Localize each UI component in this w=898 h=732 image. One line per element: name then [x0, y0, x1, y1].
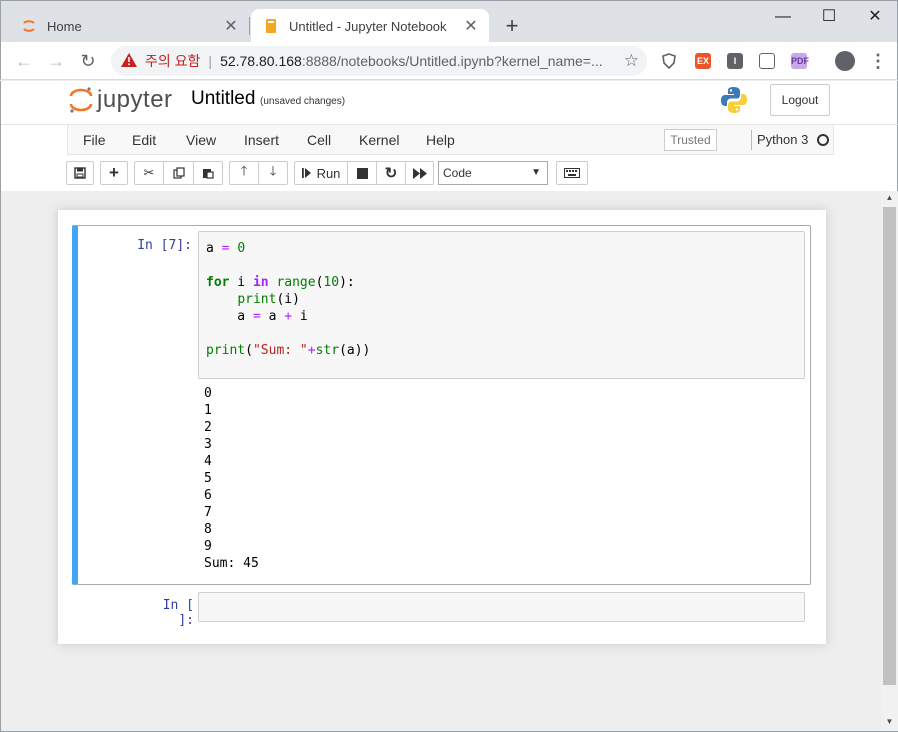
- tab-close-icon[interactable]: ✕: [219, 16, 243, 36]
- tab-divider: [249, 17, 250, 35]
- menu-edit[interactable]: Edit: [132, 132, 156, 148]
- move-down-button[interactable]: 🡓: [258, 161, 288, 185]
- menu-kernel[interactable]: Kernel: [359, 132, 399, 148]
- address-separator: |: [208, 53, 213, 69]
- tab-label: Untitled - Jupyter Notebook: [289, 18, 447, 34]
- screen-icon[interactable]: [759, 53, 775, 69]
- run-button[interactable]: Run: [294, 161, 348, 185]
- jupyter-header: jupyter Untitled (unsaved changes) Logou…: [0, 81, 898, 191]
- menu-view[interactable]: View: [186, 132, 216, 148]
- browser-toolbar: ← → ↻ 주의 요함 | 52.78.80.168 :8888/noteboo…: [0, 42, 898, 80]
- menu-icon[interactable]: ⋮: [869, 50, 887, 72]
- pdf-icon[interactable]: PDF: [791, 53, 809, 69]
- logout-button[interactable]: Logout: [770, 84, 830, 116]
- menu-help[interactable]: Help: [426, 132, 455, 148]
- arrow-up-icon: 🡑: [240, 163, 248, 178]
- url-host: 52.78.80.168: [220, 53, 302, 69]
- jupyter-logo-text: jupyter: [97, 86, 173, 113]
- security-warning-text[interactable]: 주의 요함: [145, 51, 200, 71]
- notebook-menubar: File Edit View Insert Cell Kernel Help T…: [67, 125, 834, 155]
- kernel-name[interactable]: Python 3: [757, 132, 808, 147]
- step-forward-icon: [301, 168, 311, 178]
- copy-icon: [172, 167, 185, 179]
- code-var-a: a: [206, 241, 214, 256]
- i-icon[interactable]: I: [727, 53, 743, 69]
- scroll-up-icon[interactable]: ▲: [881, 191, 898, 205]
- shield-icon[interactable]: [661, 53, 677, 70]
- menu-insert[interactable]: Insert: [244, 132, 279, 148]
- close-window-button[interactable]: ✕: [852, 3, 898, 31]
- kernel-status-icon: [817, 134, 829, 146]
- notebook-title[interactable]: Untitled: [191, 88, 255, 110]
- run-label: Run: [316, 165, 341, 181]
- save-status: (unsaved changes): [260, 96, 346, 107]
- back-icon[interactable]: ←: [11, 48, 37, 74]
- tab-notebook[interactable]: Untitled - Jupyter Notebook ✕: [251, 9, 489, 43]
- new-tab-button[interactable]: +: [499, 13, 525, 39]
- save-icon: [74, 167, 86, 179]
- cell-type-value: Code: [443, 166, 472, 180]
- kernel-divider: [751, 130, 752, 150]
- notebook-favicon-icon: [263, 18, 279, 34]
- menu-cell[interactable]: Cell: [307, 132, 331, 148]
- scroll-down-icon[interactable]: ▼: [881, 715, 898, 729]
- reload-icon[interactable]: ↻: [75, 48, 101, 74]
- trusted-indicator[interactable]: Trusted: [664, 129, 717, 151]
- maximize-button[interactable]: ☐: [806, 3, 852, 31]
- tab-home[interactable]: Home ✕: [9, 9, 249, 43]
- arrow-down-icon: 🡓: [269, 163, 277, 178]
- paste-button[interactable]: [193, 161, 223, 185]
- stop-icon: [356, 167, 368, 179]
- insert-cell-button[interactable]: +: [100, 161, 128, 185]
- tab-close-icon[interactable]: ✕: [459, 16, 483, 36]
- profile-icon[interactable]: [835, 51, 855, 71]
- forward-icon[interactable]: →: [43, 48, 69, 74]
- input-prompt: In [7]:: [137, 238, 192, 253]
- tab-label: Home: [47, 18, 82, 34]
- scroll-thumb[interactable]: [883, 207, 896, 685]
- python-logo-icon: [719, 85, 749, 120]
- keyboard-icon: [564, 168, 580, 178]
- scrollbar[interactable]: ▲ ▼: [881, 191, 898, 731]
- browser-tab-strip: Home ✕ Untitled - Jupyter Notebook ✕ + —…: [0, 0, 898, 43]
- jupyter-logo-icon: [69, 87, 93, 113]
- jupyter-logo[interactable]: jupyter: [69, 85, 173, 115]
- code-editor-empty[interactable]: [198, 592, 805, 622]
- star-icon[interactable]: ☆: [624, 51, 639, 71]
- jupyter-favicon-icon: [21, 18, 37, 34]
- code-cell-selected[interactable]: In [7]: a = 0 for i in range(10): print(…: [72, 225, 811, 585]
- paste-icon: [203, 169, 214, 179]
- restart-icon: ↻: [384, 165, 398, 182]
- code-text: a = 0 for i in range(10): print(i) a = a…: [206, 241, 371, 358]
- cell-type-select[interactable]: Code ▼: [438, 161, 548, 185]
- copy-button[interactable]: [163, 161, 194, 185]
- restart-run-all-button[interactable]: [405, 161, 434, 185]
- chevron-down-icon: ▼: [531, 167, 541, 178]
- menu-file[interactable]: File: [83, 132, 106, 148]
- cut-button[interactable]: ✂: [134, 161, 164, 185]
- warning-icon[interactable]: [121, 52, 137, 70]
- ex-icon[interactable]: EX: [695, 53, 711, 69]
- move-up-button[interactable]: 🡑: [229, 161, 259, 185]
- command-palette-button[interactable]: [556, 161, 588, 185]
- notebook-area: In [7]: a = 0 for i in range(10): print(…: [0, 191, 898, 732]
- url-path: :8888/notebooks/Untitled.ipynb?kernel_na…: [301, 53, 603, 69]
- plus-icon: +: [109, 163, 119, 182]
- scissors-icon: ✂: [143, 165, 155, 180]
- cell-output: 0 1 2 3 4 5 6 7 8 9 Sum: 45: [204, 386, 259, 571]
- save-button[interactable]: [66, 161, 94, 185]
- input-prompt: In [ ]:: [162, 598, 194, 628]
- code-editor[interactable]: a = 0 for i in range(10): print(i) a = a…: [198, 231, 805, 379]
- restart-button[interactable]: ↻: [376, 161, 406, 185]
- notebook-page: In [7]: a = 0 for i in range(10): print(…: [58, 210, 826, 644]
- address-bar[interactable]: 주의 요함 | 52.78.80.168 :8888/notebooks/Unt…: [111, 46, 647, 76]
- minimize-button[interactable]: —: [760, 3, 806, 31]
- interrupt-button[interactable]: [347, 161, 377, 185]
- fast-forward-icon: [412, 167, 427, 179]
